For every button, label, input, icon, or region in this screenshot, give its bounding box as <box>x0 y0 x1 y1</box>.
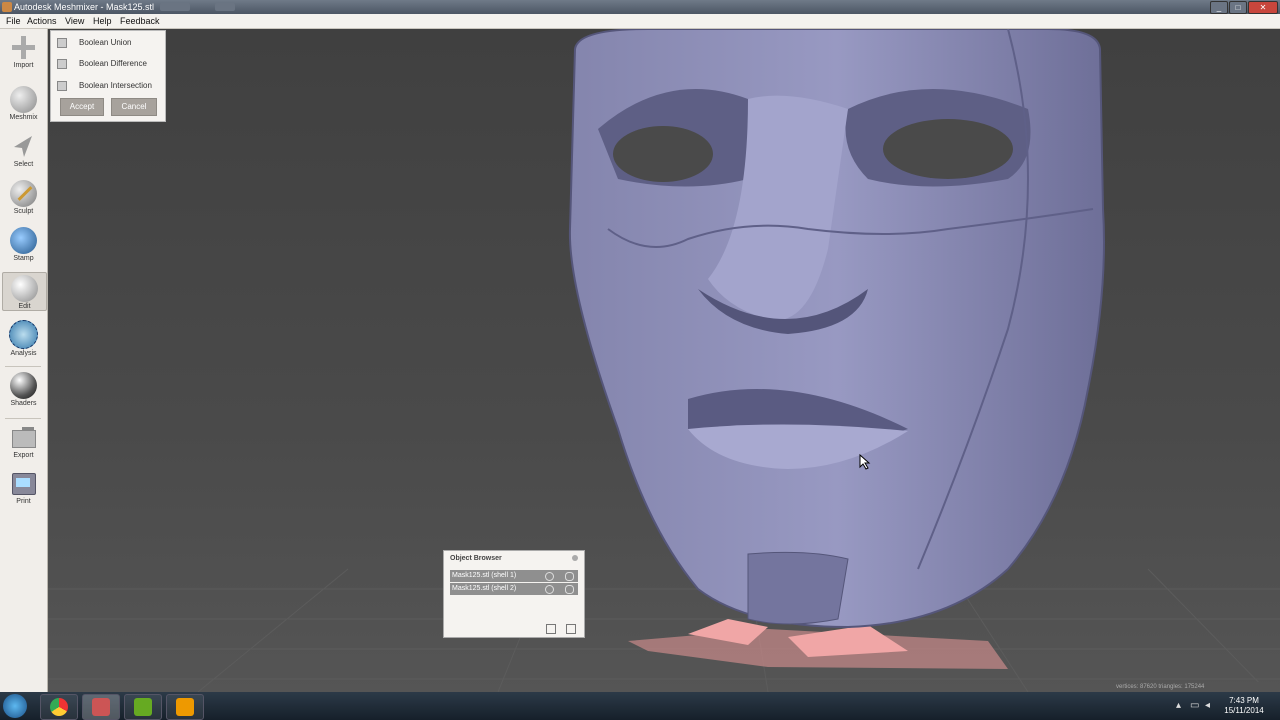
object-name: Mask125.stl (shell 2) <box>452 585 517 592</box>
select-tool-button[interactable]: Select <box>2 133 45 168</box>
cancel-button[interactable]: Cancel <box>111 98 157 116</box>
viewport-scene <box>48 29 1280 692</box>
print-label: Print <box>16 498 31 505</box>
boolean-difference-option[interactable]: Boolean Difference <box>57 57 147 71</box>
mask-model <box>568 29 1105 629</box>
menu-help[interactable]: Help <box>93 14 112 28</box>
accept-button[interactable]: Accept <box>60 98 104 116</box>
edit-tool-button[interactable]: Edit <box>2 272 47 311</box>
export-icon <box>10 424 37 451</box>
taskbar-app[interactable] <box>166 694 204 720</box>
menu-actions[interactable]: Actions <box>27 14 57 28</box>
3d-viewport[interactable] <box>48 29 1280 692</box>
meshmixer-icon <box>92 698 110 716</box>
print-icon <box>10 470 37 497</box>
meshmix-icon <box>10 86 37 113</box>
sculpt-tool-button[interactable]: Sculpt <box>2 180 45 215</box>
volume-icon[interactable]: ◂ <box>1205 700 1210 711</box>
toolbar-divider <box>5 418 41 419</box>
close-button[interactable]: ✕ <box>1248 1 1278 14</box>
maximize-button[interactable]: □ <box>1229 1 1247 14</box>
edit-icon <box>11 275 38 302</box>
sculpt-label: Sculpt <box>13 208 34 215</box>
sculpt-icon <box>10 180 37 207</box>
export-label: Export <box>13 452 34 459</box>
tool-sidebar: Import Meshmix Select Sculpt Stamp Edit … <box>0 29 48 692</box>
boolean-union-icon <box>57 37 67 48</box>
app-icon <box>2 2 12 12</box>
object-browser-item[interactable]: Mask125.stl (shell 2) <box>450 583 578 595</box>
object-browser-panel: Object Browser Mask125.stl (shell 1) Mas… <box>443 550 585 638</box>
object-browser-item[interactable]: Mask125.stl (shell 1) <box>450 570 578 582</box>
clock-time: 7:43 PM <box>1229 696 1259 705</box>
lock-icon[interactable] <box>545 585 554 594</box>
meshmix-label: Meshmix <box>9 114 38 121</box>
app-icon <box>176 698 194 716</box>
menu-view[interactable]: View <box>65 14 84 28</box>
duplicate-icon[interactable] <box>546 624 556 634</box>
stamp-icon <box>10 227 37 254</box>
select-icon <box>10 133 37 160</box>
taskbar-nvidia[interactable] <box>124 694 162 720</box>
shaders-label: Shaders <box>10 400 37 407</box>
start-button[interactable] <box>3 694 27 718</box>
import-icon <box>10 34 37 61</box>
lock-icon[interactable] <box>545 572 554 581</box>
taskbar-meshmixer[interactable] <box>82 694 120 720</box>
ground-grid <box>48 568 1280 692</box>
stamp-label: Stamp <box>13 255 34 262</box>
tray-arrow-icon[interactable]: ▴ <box>1176 700 1181 711</box>
boolean-intersection-option[interactable]: Boolean Intersection <box>57 79 152 93</box>
taskbar: ▴ ▭ ◂ 7:43 PM 15/11/2014 <box>0 692 1280 720</box>
menu-feedback[interactable]: Feedback <box>120 14 160 28</box>
select-label: Select <box>13 161 34 168</box>
analysis-icon <box>9 320 38 349</box>
analysis-label: Analysis <box>10 350 37 357</box>
export-tool-button[interactable]: Export <box>2 424 45 459</box>
toolbar-divider <box>5 366 41 367</box>
meshmix-tool-button[interactable]: Meshmix <box>2 86 45 121</box>
title-bar: Autodesk Meshmixer - Mask125.stl _ □ ✕ <box>0 0 1280 14</box>
minimize-button[interactable]: _ <box>1210 1 1228 14</box>
boolean-intersection-icon <box>57 80 67 91</box>
edit-label: Edit <box>18 303 31 310</box>
shaders-tool-button[interactable]: Shaders <box>2 372 45 407</box>
menu-file[interactable]: File <box>6 14 21 28</box>
window-title: Autodesk Meshmixer - Mask125.stl <box>14 2 155 12</box>
network-icon[interactable]: ▭ <box>1190 700 1199 711</box>
nvidia-icon <box>134 698 152 716</box>
title-bar-tab[interactable] <box>160 3 190 11</box>
eye-icon[interactable] <box>565 585 574 594</box>
analysis-tool-button[interactable]: Analysis <box>2 320 45 357</box>
taskbar-chrome[interactable] <box>40 694 78 720</box>
object-name: Mask125.stl (shell 1) <box>452 572 517 579</box>
mesh-stats: vertices: 87620 triangles: 175244 <box>1114 682 1278 692</box>
object-browser-title: Object Browser <box>450 555 502 562</box>
shaders-icon <box>10 372 37 399</box>
import-tool-button[interactable]: Import <box>2 34 45 69</box>
menu-bar: File Actions View Help Feedback <box>0 14 1280 29</box>
import-label: Import <box>13 62 34 69</box>
clock[interactable]: 7:43 PM 15/11/2014 <box>1216 696 1272 716</box>
close-icon[interactable] <box>572 555 578 561</box>
boolean-union-label: Boolean Union <box>79 38 132 47</box>
title-bar-tab[interactable] <box>215 3 235 11</box>
boolean-difference-label: Boolean Difference <box>79 59 147 68</box>
boolean-union-option[interactable]: Boolean Union <box>57 36 131 50</box>
stamp-tool-button[interactable]: Stamp <box>2 227 45 262</box>
boolean-difference-icon <box>57 58 67 69</box>
chrome-icon <box>50 698 68 716</box>
print-tool-button[interactable]: Print <box>2 470 45 505</box>
boolean-intersection-label: Boolean Intersection <box>79 81 152 90</box>
trash-icon[interactable] <box>566 624 576 634</box>
boolean-tool-panel: Boolean Union Boolean Difference Boolean… <box>50 30 166 122</box>
eye-icon[interactable] <box>565 572 574 581</box>
clock-date: 15/11/2014 <box>1224 706 1264 715</box>
